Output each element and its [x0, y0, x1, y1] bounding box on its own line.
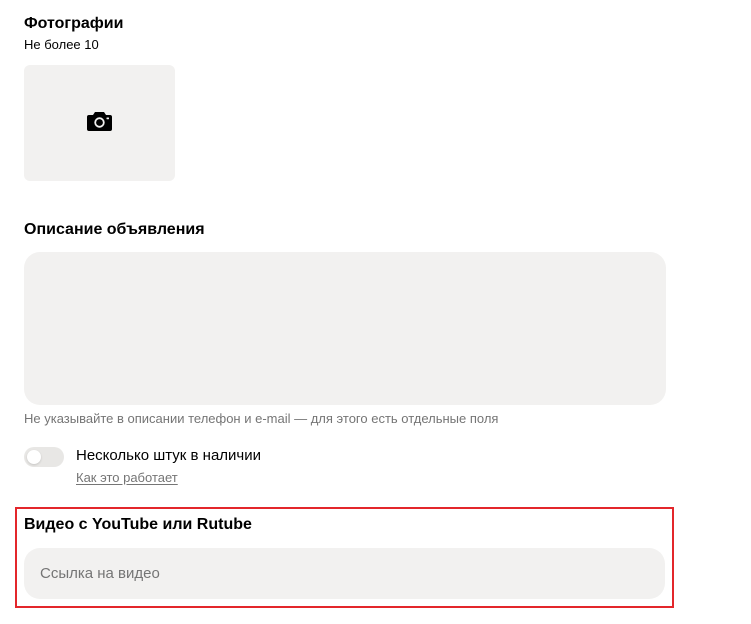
photos-title: Фотографии — [24, 15, 124, 32]
video-title: Видео с YouTube или Rutube — [24, 516, 252, 533]
photos-limit-text: Не более 10 — [24, 37, 99, 52]
description-hint: Не указывайте в описании телефон и e-mai… — [24, 411, 499, 426]
description-textarea[interactable] — [24, 252, 666, 405]
video-link-input[interactable] — [24, 548, 665, 599]
how-it-works-link[interactable]: Как это работает — [76, 470, 178, 486]
add-photo-button[interactable] — [24, 65, 175, 181]
camera-icon — [87, 112, 112, 131]
description-title: Описание объявления — [24, 221, 205, 238]
stock-toggle-label: Несколько штук в наличии — [76, 447, 261, 464]
stock-toggle[interactable] — [24, 447, 64, 467]
toggle-knob — [27, 450, 41, 464]
